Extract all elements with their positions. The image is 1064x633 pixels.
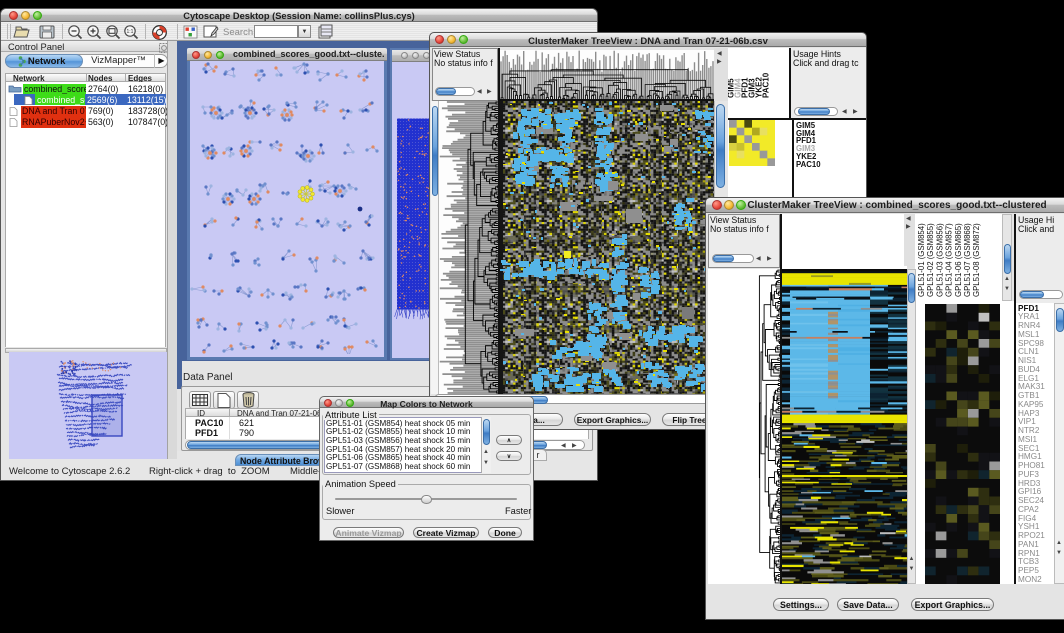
svg-text:GPL51-02 (GSM855): GPL51-02 (GSM855) bbox=[926, 223, 935, 297]
svg-text:1:1: 1:1 bbox=[127, 29, 134, 35]
svg-text:PAC10: PAC10 bbox=[762, 72, 771, 98]
svg-text:GPL51-06 (GSM865): GPL51-06 (GSM865) bbox=[954, 223, 963, 297]
svg-text:GPL51-04 (GSM857): GPL51-04 (GSM857) bbox=[945, 223, 954, 297]
svg-text:GPL51-07 (GSM868): GPL51-07 (GSM868) bbox=[963, 223, 972, 297]
svg-text:GPL51-08 (GSM872): GPL51-08 (GSM872) bbox=[972, 223, 981, 297]
svg-text:GPL51-01 (GSM854): GPL51-01 (GSM854) bbox=[917, 223, 926, 297]
svg-text:GPL51-03 (GSM856): GPL51-03 (GSM856) bbox=[935, 223, 944, 297]
